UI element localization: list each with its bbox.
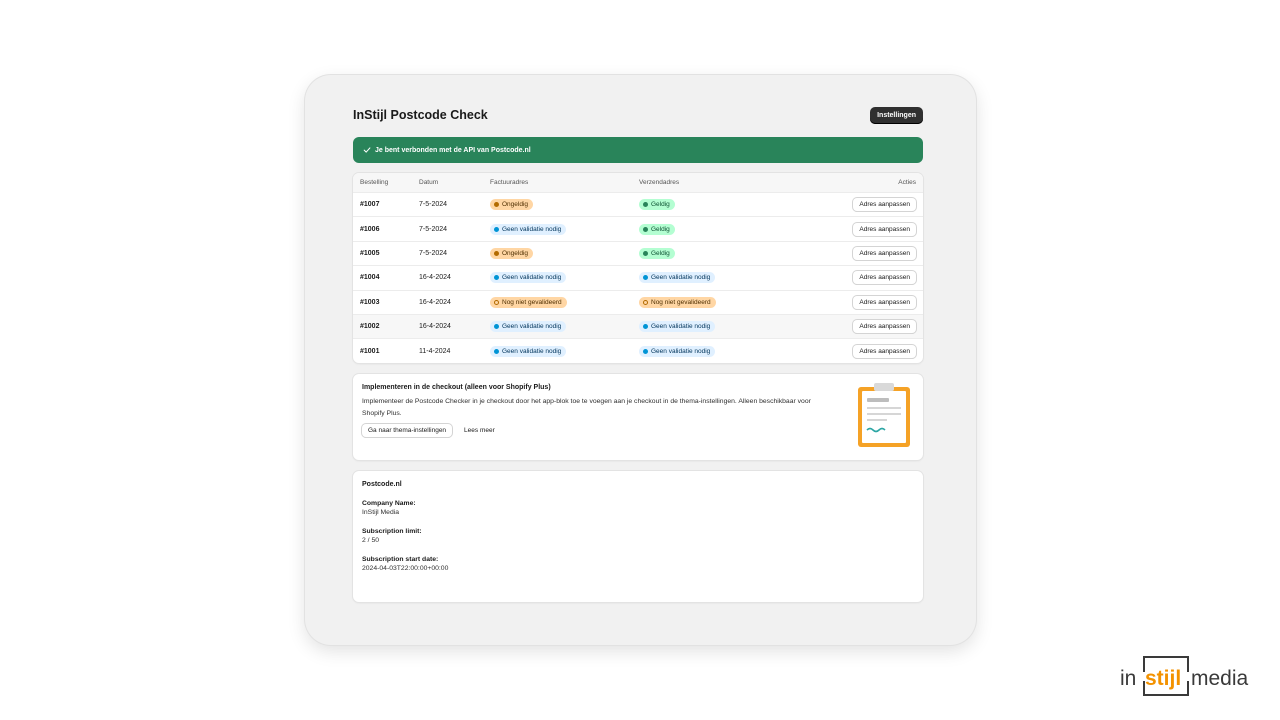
edit-address-button[interactable]: Adres aanpassen bbox=[853, 344, 916, 358]
table-row[interactable]: #1002 16-4-2024 Geen validatie nodig Gee… bbox=[353, 313, 923, 339]
order-date: 7-5-2024 bbox=[419, 225, 448, 233]
status-ring-icon bbox=[494, 299, 499, 305]
column-header-actions: Acties bbox=[898, 179, 916, 186]
limit-label: Subscription limit: bbox=[362, 527, 422, 535]
order-number[interactable]: #1001 bbox=[353, 348, 419, 355]
status-badge: Geldig bbox=[639, 247, 675, 259]
order-number[interactable]: #1006 bbox=[353, 226, 419, 233]
table-row[interactable]: #1006 7-5-2024 Geen validatie nodig Geld… bbox=[353, 216, 923, 240]
status-badge: Geen validatie nodig bbox=[639, 272, 716, 284]
order-number[interactable]: #1005 bbox=[353, 250, 419, 257]
edit-address-button[interactable]: Adres aanpassen bbox=[853, 295, 916, 309]
column-header-billing: Factuuradres bbox=[490, 179, 529, 186]
status-badge: Geldig bbox=[639, 223, 675, 235]
settings-button[interactable]: Instellingen bbox=[870, 106, 923, 124]
company-value: InStijl Media bbox=[362, 508, 400, 516]
status-badge: Geen validatie nodig bbox=[639, 321, 716, 333]
order-number[interactable]: #1004 bbox=[353, 274, 419, 281]
status-badge: Ongeldig bbox=[490, 199, 534, 211]
status-dot-icon bbox=[494, 250, 499, 256]
table-row[interactable]: #1001 11-4-2024 Geen validatie nodig Gee… bbox=[353, 338, 923, 362]
status-dot-icon bbox=[643, 250, 648, 256]
status-dot-icon bbox=[643, 226, 648, 232]
connection-banner: Je bent verbonden met de API van Postcod… bbox=[353, 137, 923, 163]
status-badge: Nog niet gevalideerd bbox=[639, 296, 716, 308]
status-badge: Geldig bbox=[639, 199, 675, 211]
status-dot-icon bbox=[643, 202, 648, 208]
app-page: InStijl Postcode Check Instellingen Je b… bbox=[353, 105, 923, 602]
start-date-value: 2024-04-03T22:00:00+00:00 bbox=[362, 564, 449, 572]
orders-table: Bestelling Datum Factuuradres Verzendadr… bbox=[353, 173, 923, 363]
edit-address-button[interactable]: Adres aanpassen bbox=[853, 222, 916, 236]
edit-address-button[interactable]: Adres aanpassen bbox=[853, 320, 916, 334]
postcode-card: Postcode.nl Company Name: InStijl Media … bbox=[353, 470, 923, 602]
status-dot-icon bbox=[643, 275, 648, 281]
checkout-description: Implementeer de Postcode Checker in je c… bbox=[362, 397, 811, 417]
status-badge: Geen validatie nodig bbox=[490, 223, 567, 235]
order-date: 16-4-2024 bbox=[419, 298, 451, 306]
status-dot-icon bbox=[494, 202, 499, 208]
clipboard-icon bbox=[858, 382, 910, 447]
checkout-title: Implementeren in de checkout (alleen voo… bbox=[362, 383, 551, 391]
status-dot-icon bbox=[643, 348, 648, 354]
checkmark-icon bbox=[363, 147, 371, 153]
device-frame: InStijl Postcode Check Instellingen Je b… bbox=[305, 75, 976, 645]
theme-settings-button[interactable]: Ga naar thema-instellingen bbox=[362, 423, 453, 437]
column-header-date: Datum bbox=[419, 179, 439, 186]
status-dot-icon bbox=[494, 275, 499, 281]
banner-text: Je bent verbonden met de API van Postcod… bbox=[375, 146, 531, 154]
order-date: 16-4-2024 bbox=[419, 274, 451, 282]
order-date: 7-5-2024 bbox=[419, 249, 448, 257]
order-date: 16-4-2024 bbox=[419, 323, 451, 331]
checkout-card: Implementeren in de checkout (alleen voo… bbox=[353, 373, 923, 460]
status-dot-icon bbox=[643, 324, 648, 330]
table-row[interactable]: #1007 7-5-2024 Ongeldig Geldig Adres aan… bbox=[353, 192, 923, 216]
postcode-title: Postcode.nl bbox=[362, 480, 402, 488]
company-label: Company Name: bbox=[362, 499, 416, 507]
page-header: InStijl Postcode Check Instellingen bbox=[353, 105, 923, 125]
table-row[interactable]: #1003 16-4-2024 Nog niet gevalideerd Nog… bbox=[353, 289, 923, 314]
limit-value: 2 / 50 bbox=[362, 536, 380, 544]
logo-text-in: in bbox=[1120, 667, 1136, 690]
order-date: 7-5-2024 bbox=[419, 201, 448, 209]
start-date-label: Subscription start date: bbox=[362, 555, 439, 563]
edit-address-button[interactable]: Adres aanpassen bbox=[853, 198, 916, 212]
order-date: 11-4-2024 bbox=[419, 347, 451, 355]
table-row[interactable]: #1004 16-4-2024 Geen validatie nodig Gee… bbox=[353, 265, 923, 289]
status-badge: Geen validatie nodig bbox=[639, 345, 716, 357]
logo-text-stijl: stijl bbox=[1145, 667, 1181, 690]
status-badge: Geen validatie nodig bbox=[490, 345, 567, 357]
logo-text-media: media bbox=[1191, 667, 1249, 690]
status-badge: Geen validatie nodig bbox=[490, 272, 567, 284]
status-dot-icon bbox=[494, 324, 499, 330]
status-badge: Geen validatie nodig bbox=[490, 321, 567, 333]
page-title: InStijl Postcode Check bbox=[353, 108, 488, 122]
status-dot-icon bbox=[494, 348, 499, 354]
edit-address-button[interactable]: Adres aanpassen bbox=[853, 271, 916, 285]
checkout-actions: Ga naar thema-instellingen Lees meer bbox=[362, 423, 914, 437]
table-header-row: Bestelling Datum Factuuradres Verzendadr… bbox=[353, 173, 923, 192]
edit-address-button[interactable]: Adres aanpassen bbox=[853, 246, 916, 260]
status-badge: Ongeldig bbox=[490, 247, 534, 259]
instijl-media-logo: in stijl media bbox=[1120, 656, 1249, 696]
table-row[interactable]: #1005 7-5-2024 Ongeldig Geldig Adres aan… bbox=[353, 240, 923, 265]
status-dot-icon bbox=[494, 226, 499, 232]
column-header-order: Bestelling bbox=[360, 179, 389, 186]
read-more-link[interactable]: Lees meer bbox=[464, 427, 495, 434]
column-header-shipping: Verzendadres bbox=[639, 179, 680, 186]
order-number[interactable]: #1007 bbox=[353, 201, 419, 208]
order-number[interactable]: #1003 bbox=[353, 299, 419, 306]
status-ring-icon bbox=[643, 299, 648, 305]
status-badge: Nog niet gevalideerd bbox=[490, 296, 567, 308]
order-number[interactable]: #1002 bbox=[353, 323, 419, 330]
